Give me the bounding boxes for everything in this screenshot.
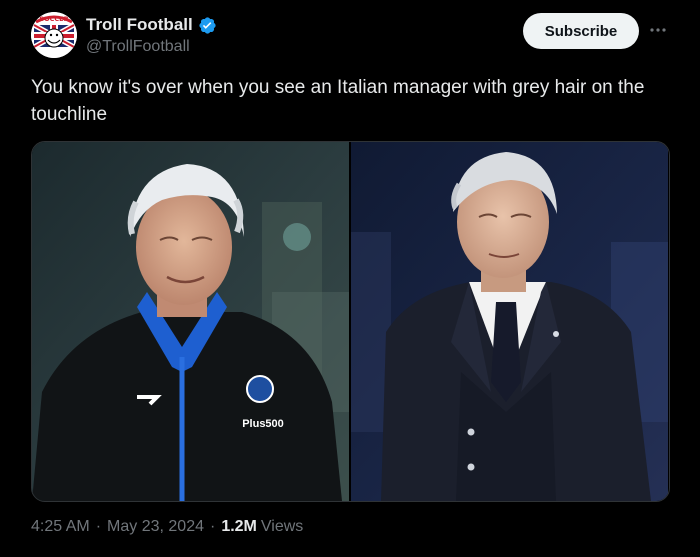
author-display-name[interactable]: Troll Football	[86, 15, 217, 35]
post-meta: 4:25 AM · May 23, 2024 · 1.2M Views	[31, 518, 303, 536]
subscribe-button[interactable]: Subscribe	[523, 13, 639, 49]
author-handle[interactable]: @TrollFootball	[86, 38, 217, 56]
author-avatar[interactable]: SOCCER	[31, 12, 77, 58]
post-header: SOCCER Troll Football @TrollFootball Sub…	[31, 12, 671, 60]
verified-badge-icon[interactable]	[198, 16, 217, 35]
media-photo-right[interactable]	[351, 142, 668, 501]
meta-separator: ·	[209, 518, 216, 535]
post-time[interactable]: 4:25 AM	[31, 518, 90, 536]
post-date[interactable]: May 23, 2024	[107, 518, 204, 536]
post-media[interactable]: Plus500	[31, 141, 670, 502]
left-photo-image: Plus500	[32, 142, 349, 501]
post-text: You know it's over when you see an Itali…	[31, 77, 645, 125]
more-options-icon[interactable]	[648, 20, 668, 40]
right-photo-image	[351, 142, 668, 501]
svg-text:Plus500: Plus500	[242, 418, 284, 430]
views-count: 1.2M	[221, 518, 257, 535]
author-display-name-text[interactable]: Troll Football	[86, 15, 193, 35]
avatar-logo-icon: SOCCER	[31, 12, 77, 58]
meta-separator: ·	[95, 518, 102, 535]
views-label: Views	[260, 518, 304, 535]
svg-text:SOCCER: SOCCER	[39, 15, 68, 23]
media-photo-left[interactable]: Plus500	[32, 142, 349, 501]
author-name-block: Troll Football @TrollFootball	[86, 15, 217, 56]
